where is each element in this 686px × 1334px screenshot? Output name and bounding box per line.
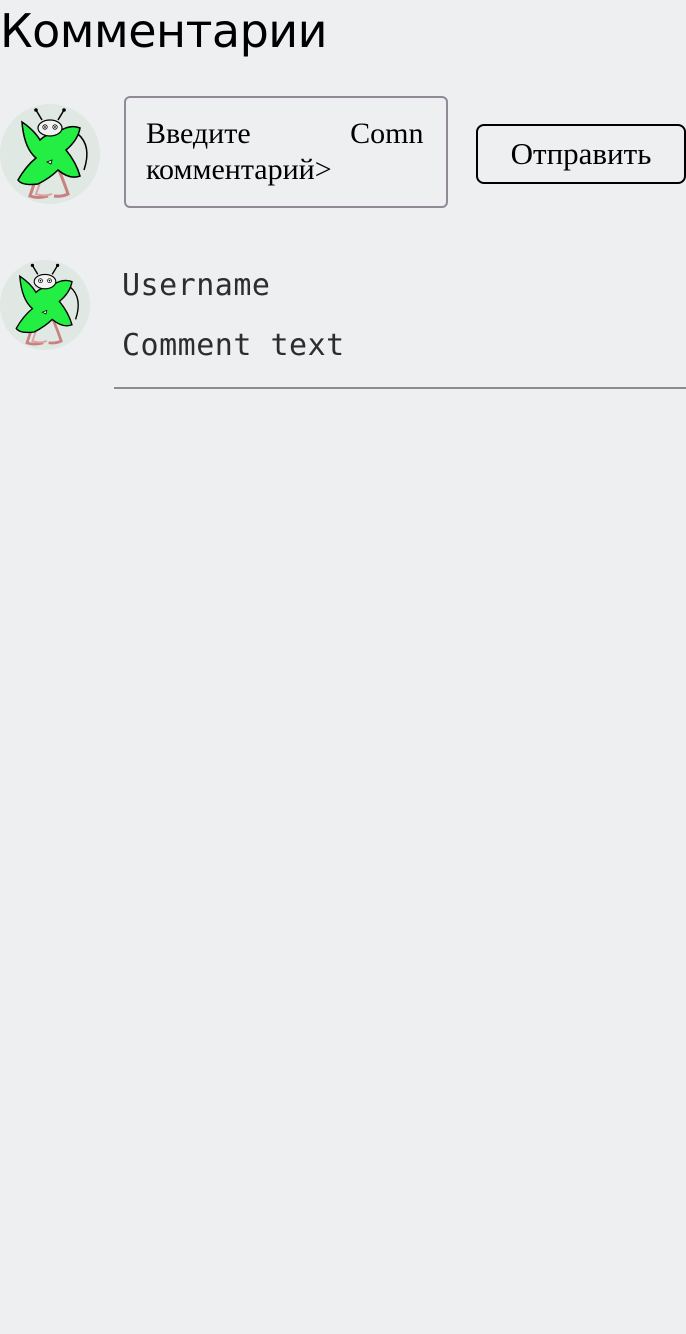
current-user-avatar	[0, 104, 100, 204]
comment-avatar	[0, 260, 90, 350]
comment-divider	[114, 387, 686, 389]
page-title: Комментарии	[0, 4, 328, 58]
green-x-bug-avatar-icon	[17, 108, 88, 199]
comment-text: Comment text	[122, 328, 345, 363]
comment-username: Username	[122, 268, 271, 303]
comment-input[interactable]: Введите Comn комментарий>	[124, 96, 448, 208]
comment-input-text[interactable]: Введите Comn комментарий>	[146, 116, 446, 188]
green-x-bug-avatar-icon	[15, 263, 79, 346]
send-button[interactable]: Отправить	[476, 124, 686, 184]
